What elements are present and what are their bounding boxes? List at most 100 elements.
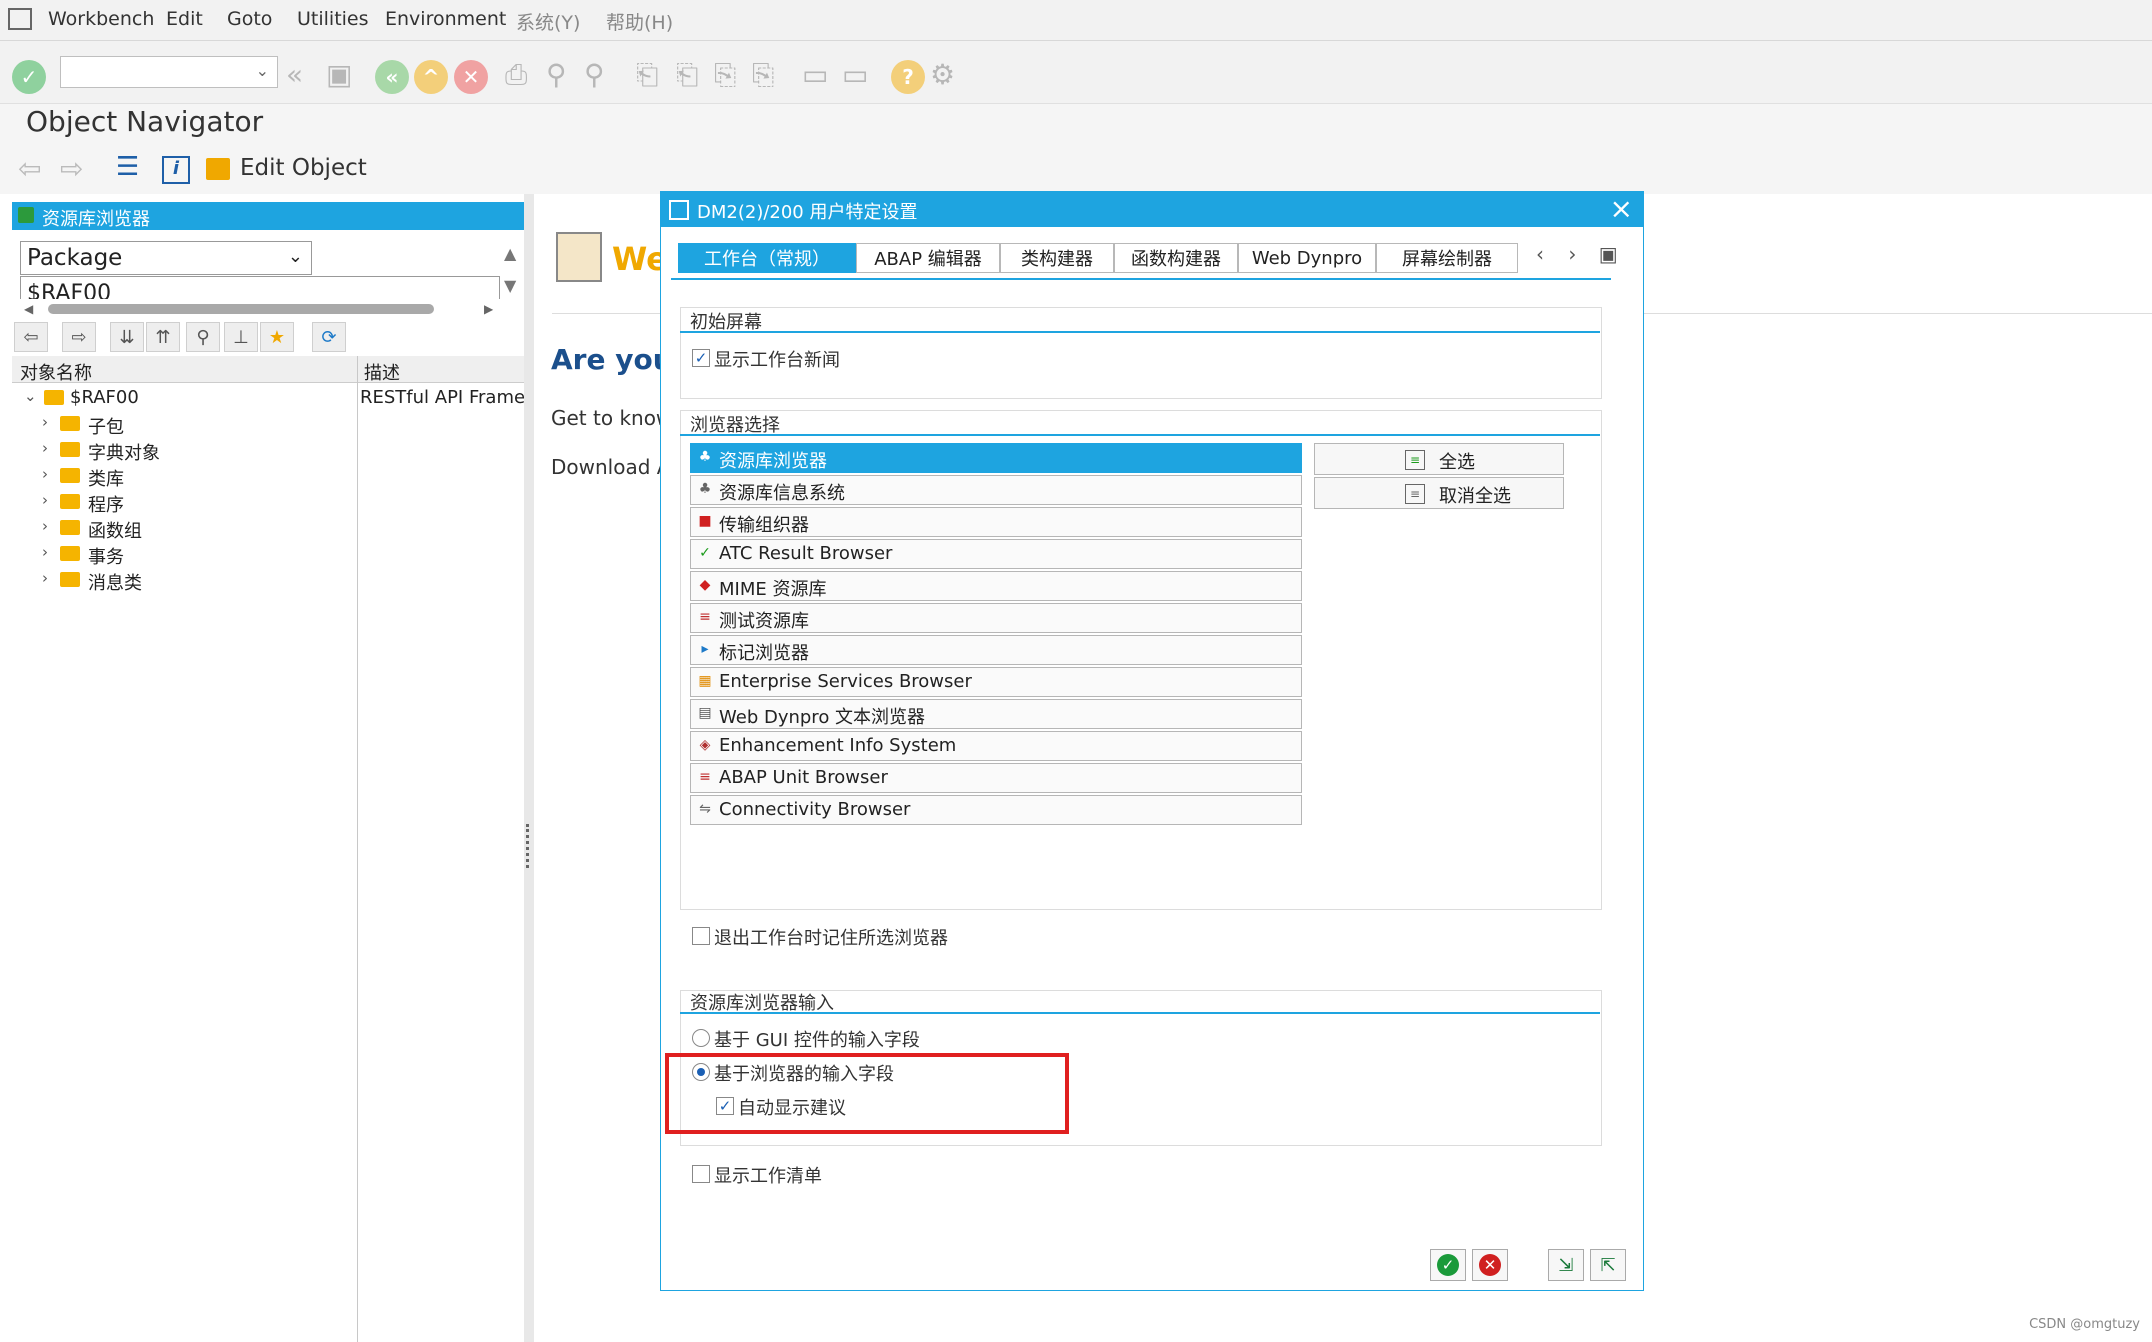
browser-item-tag-browser[interactable]: ▸ 标记浏览器 [690, 635, 1302, 665]
horizontal-scrollbar[interactable]: ◀ ▶ [20, 302, 493, 316]
menu-system[interactable]: 系统(Y) [516, 8, 580, 35]
hierarchy-icon[interactable]: ☰ [116, 152, 139, 182]
tab-web-dynpro[interactable]: Web Dynpro [1238, 243, 1376, 273]
menu-environment[interactable]: Environment [385, 8, 506, 30]
edit-object-button[interactable]: Edit Object [240, 155, 367, 181]
show-news-checkbox[interactable]: ✓ [692, 349, 710, 367]
refresh-icon[interactable]: ⟳ [312, 322, 346, 352]
object-type-select[interactable]: Package ⌄ [20, 241, 312, 275]
menu-help[interactable]: 帮助(H) [606, 8, 673, 35]
expand-all-icon[interactable]: ⇊ [110, 322, 144, 352]
last-page-icon[interactable]: ⎘ [752, 58, 774, 92]
scrollbar-thumb[interactable] [48, 304, 434, 314]
tree-node[interactable]: › 函数组 [42, 517, 342, 542]
print-icon[interactable]: ⎙ [505, 58, 527, 92]
close-icon[interactable]: × [1610, 192, 1633, 225]
chevron-right-icon[interactable]: › [42, 491, 48, 509]
menu-edit[interactable]: Edit [166, 8, 203, 30]
tab-workbench-general[interactable]: 工作台（常规） [678, 243, 856, 273]
back-icon[interactable]: « [375, 60, 409, 94]
panel-splitter[interactable] [524, 194, 534, 1342]
find-icon[interactable]: ⚲ [546, 58, 567, 91]
shortcut-icon[interactable]: ▭ [842, 58, 868, 91]
scroll-up-icon[interactable]: ▲ [504, 244, 516, 263]
forward-icon[interactable]: ⇨ [62, 322, 96, 352]
collapse-all-icon[interactable]: ⇈ [146, 322, 180, 352]
column-object-name[interactable]: 对象名称 [20, 359, 92, 385]
tree-node-root[interactable]: ⌄ $RAF00 [24, 387, 354, 411]
scroll-right-icon[interactable]: ▶ [484, 302, 493, 316]
browser-item-mime-repository[interactable]: ◆ MIME 资源库 [690, 571, 1302, 601]
command-field[interactable]: ⌄ [60, 56, 278, 88]
sap-menu-icon[interactable] [8, 8, 32, 30]
browser-item-web-dynpro-text[interactable]: ▤ Web Dynpro 文本浏览器 [690, 699, 1302, 729]
find-icon[interactable]: ⚲ [186, 322, 220, 352]
tree-node[interactable]: › 消息类 [42, 569, 342, 594]
column-description[interactable]: 描述 [364, 359, 400, 385]
settings-gear-icon[interactable]: ⚙ [930, 58, 955, 91]
confirm-button[interactable]: ✓ [1430, 1249, 1466, 1281]
deselect-all-button[interactable]: ≡ 取消全选 [1314, 477, 1564, 509]
menu-goto[interactable]: Goto [227, 8, 272, 30]
tab-screen-painter[interactable]: 屏幕绘制器 [1376, 243, 1518, 273]
export-button[interactable]: ⇱ [1590, 1249, 1626, 1281]
browser-item-repository-browser[interactable]: ♣ 资源库浏览器 [690, 443, 1302, 473]
edit-object-icon[interactable] [206, 158, 230, 180]
chevron-right-icon[interactable]: › [42, 439, 48, 457]
column-divider[interactable] [357, 356, 358, 1342]
tab-abap-editor[interactable]: ABAP 编辑器 [856, 243, 1000, 273]
forward-arrow-icon[interactable]: ⇨ [60, 152, 83, 185]
chevron-down-icon[interactable]: ⌄ [256, 61, 269, 80]
browser-item-enterprise-services[interactable]: ▦ Enterprise Services Browser [690, 667, 1302, 697]
chevron-right-icon[interactable]: › [42, 543, 48, 561]
cancel-button[interactable]: ✕ [1472, 1249, 1508, 1281]
tab-class-builder[interactable]: 类构建器 [1000, 243, 1114, 273]
browser-item-repository-info-system[interactable]: ♣ 资源库信息系统 [690, 475, 1302, 505]
save-icon[interactable]: ▣ [326, 58, 352, 91]
tree-node[interactable]: › 程序 [42, 491, 342, 516]
enter-icon[interactable]: ✓ [12, 60, 46, 94]
package-name-input[interactable]: $RAF00 [20, 276, 500, 299]
previous-page-icon[interactable]: ⎗ [676, 58, 698, 92]
first-page-icon[interactable]: ⎗ [636, 58, 658, 92]
browser-item-transport-organizer[interactable]: ■ 传输组织器 [690, 507, 1302, 537]
collapse-icon[interactable]: « [286, 58, 303, 91]
scroll-left-icon[interactable]: ◀ [24, 302, 33, 316]
cancel-icon[interactable]: ✕ [454, 60, 488, 94]
chevron-down-icon[interactable]: ⌄ [24, 387, 37, 405]
browser-item-abap-unit[interactable]: ≡ ABAP Unit Browser [690, 763, 1302, 793]
exit-icon[interactable]: ^ [414, 60, 448, 94]
info-icon[interactable]: i [162, 156, 190, 184]
find-next-icon[interactable]: ⚲ [584, 58, 605, 91]
gui-input-radio[interactable] [692, 1029, 710, 1047]
scroll-down-icon[interactable]: ▼ [504, 276, 516, 295]
tree-node[interactable]: › 类库 [42, 465, 342, 490]
chevron-right-icon[interactable]: › [42, 517, 48, 535]
chevron-right-icon[interactable]: › [1568, 242, 1576, 266]
chevron-right-icon[interactable]: › [42, 413, 48, 431]
tab-function-builder[interactable]: 函数构建器 [1114, 243, 1238, 273]
show-worklist-checkbox[interactable] [692, 1165, 710, 1183]
browser-item-enhancement-info[interactable]: ◈ Enhancement Info System [690, 731, 1302, 761]
tree-node[interactable]: › 事务 [42, 543, 342, 568]
chevron-right-icon[interactable]: › [42, 569, 48, 587]
new-session-icon[interactable]: ▭ [802, 58, 828, 91]
help-icon[interactable]: ? [891, 60, 925, 94]
favorites-icon[interactable]: ★ [260, 322, 294, 352]
select-all-button[interactable]: ≡ 全选 [1314, 443, 1564, 475]
chevron-right-icon[interactable]: › [42, 465, 48, 483]
hierarchy-up-icon[interactable]: ⊥ [224, 322, 258, 352]
tab-list-icon[interactable]: ▣ [1599, 242, 1618, 266]
tree-node[interactable]: › 子包 [42, 413, 342, 438]
tree-node[interactable]: › 字典对象 [42, 439, 342, 464]
browser-item-test-repository[interactable]: ≡ 测试资源库 [690, 603, 1302, 633]
back-icon[interactable]: ⇦ [14, 322, 48, 352]
remember-browsers-checkbox[interactable] [692, 927, 710, 945]
next-page-icon[interactable]: ⎘ [714, 58, 736, 92]
browser-item-atc-result[interactable]: ✓ ATC Result Browser [690, 539, 1302, 569]
menu-utilities[interactable]: Utilities [297, 8, 369, 30]
import-button[interactable]: ⇲ [1548, 1249, 1584, 1281]
menu-workbench[interactable]: Workbench [48, 8, 154, 30]
browser-item-connectivity[interactable]: ⇋ Connectivity Browser [690, 795, 1302, 825]
chevron-left-icon[interactable]: ‹ [1536, 242, 1544, 266]
